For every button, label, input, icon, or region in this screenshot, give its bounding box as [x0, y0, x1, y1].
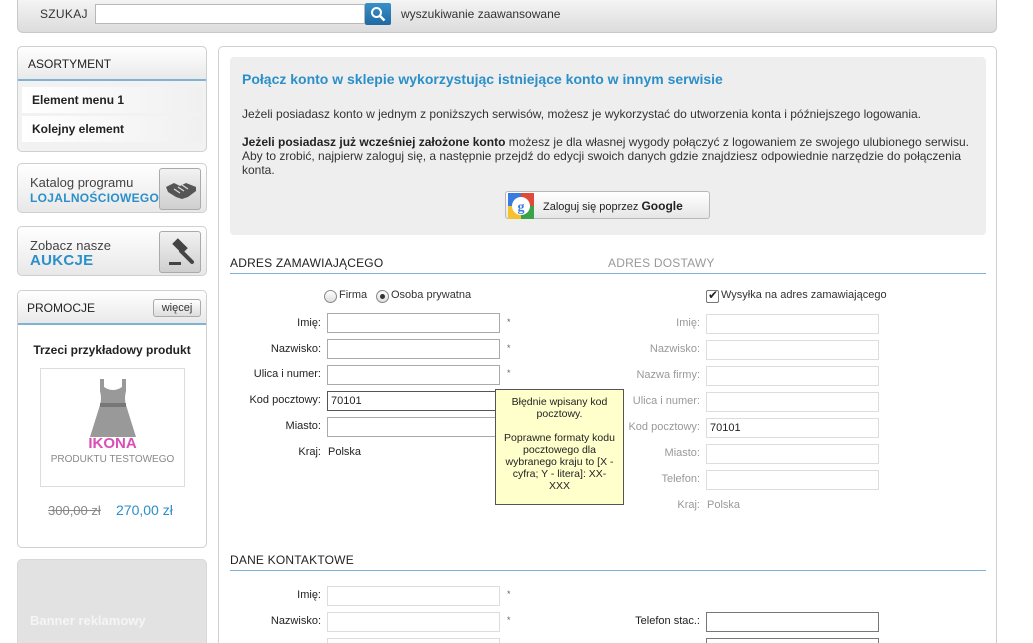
- orderer-last-name-label: Nazwisko:: [270, 343, 321, 355]
- same-address-checkbox[interactable]: [706, 288, 719, 303]
- delivery-phone-label: Telefon:: [661, 473, 700, 485]
- sidebar-item-next[interactable]: Kolejny element: [22, 116, 202, 142]
- handshake-icon: [159, 168, 201, 210]
- contact-last-name-label: Nazwisko:: [270, 615, 321, 627]
- same-address-label: Wysyłka na adres zamawiającego: [721, 289, 887, 301]
- delivery-first-name-label: Imię:: [676, 317, 700, 329]
- ad-banner[interactable]: Banner reklamowy: [17, 559, 207, 643]
- required-mark: *: [507, 615, 511, 625]
- delivery-country-label: Kraj:: [677, 499, 700, 511]
- auctions-line1: Zobacz nasze: [30, 238, 111, 253]
- contact-first-name-input[interactable]: [327, 586, 500, 606]
- assortment-title: ASORTYMENT: [18, 47, 206, 81]
- gavel-icon: [159, 231, 201, 273]
- promotions-more-button[interactable]: więcej: [153, 299, 201, 317]
- contact-landline-input[interactable]: [706, 612, 879, 632]
- delivery-address-title: ADRES DOSTAWY: [608, 256, 715, 270]
- tooltip-error: Błędnie wpisany kod pocztowy.: [511, 396, 608, 420]
- type-company-radio[interactable]: [324, 290, 337, 303]
- new-price: 270,00 zł: [116, 502, 173, 518]
- contact-last-name-input[interactable]: [327, 612, 500, 632]
- delivery-last-name-label: Nazwisko:: [649, 343, 700, 355]
- orderer-first-name-input[interactable]: [327, 313, 500, 333]
- google-login-label: Zaloguj się poprzez Google: [543, 199, 683, 213]
- ad-banner-label: Banner reklamowy: [30, 613, 146, 628]
- promotions-box: PROMOCJE więcej Trzeci przykładowy produ…: [17, 290, 207, 548]
- orderer-last-name-input[interactable]: [327, 339, 500, 359]
- delivery-postal-label: Kod pocztowy:: [628, 421, 700, 433]
- main-content: Połącz konto w sklepie wykorzystując ist…: [218, 46, 997, 643]
- delivery-postal-input[interactable]: [706, 418, 879, 438]
- loyalty-line2: LOJALNOŚCIOWEGO: [30, 191, 160, 205]
- connect-account-box: Połącz konto w sklepie wykorzystując ist…: [230, 57, 986, 235]
- connect-title: Połącz konto w sklepie wykorzystując ist…: [242, 71, 723, 87]
- product-image-title: IKONA: [88, 435, 137, 452]
- type-person-label: Osoba prywatna: [391, 289, 472, 301]
- contact-first-name-label: Imię:: [297, 589, 321, 601]
- delivery-company-input[interactable]: [706, 366, 879, 386]
- connect-instructions-bold: Jeżeli posiadasz już wcześniej założone …: [242, 135, 506, 149]
- svg-text:g: g: [518, 200, 525, 215]
- delivery-first-name-input[interactable]: [706, 314, 879, 334]
- orderer-street-input[interactable]: [327, 365, 500, 385]
- advanced-search-link[interactable]: wyszukiwanie zaawansowane: [401, 7, 560, 21]
- search-button[interactable]: [365, 3, 391, 25]
- loyalty-program-link[interactable]: Katalog programu LOJALNOŚCIOWEGO: [17, 163, 207, 213]
- delivery-phone-input[interactable]: [706, 470, 879, 490]
- orderer-first-name-label: Imię:: [297, 317, 321, 329]
- section-divider: [230, 570, 986, 571]
- assortment-box: ASORTYMENT Element menu 1 Kolejny elemen…: [17, 46, 207, 152]
- google-login-button[interactable]: g Zaloguj się poprzez Google: [505, 191, 710, 219]
- tooltip-format-hint: Poprawne formaty kodu pocztowego dla wyb…: [504, 432, 615, 492]
- required-mark: *: [507, 343, 511, 353]
- dress-icon: [90, 379, 136, 437]
- google-logo-icon: g: [508, 193, 534, 219]
- contact-extra-input[interactable]: [327, 638, 500, 643]
- auctions-link[interactable]: Zobacz nasze AUKCJE: [17, 226, 207, 276]
- connect-instructions: Jeżeli posiadasz już wcześniej założone …: [242, 135, 977, 177]
- product-image[interactable]: IKONA PRODUKTU TESTOWEGO: [40, 368, 185, 487]
- orderer-postal-label: Kod pocztowy:: [249, 394, 321, 406]
- delivery-street-label: Ulica i numer:: [632, 395, 700, 407]
- search-bar: SZUKAJ wyszukiwanie zaawansowane: [17, 0, 997, 33]
- orderer-street-label: Ulica i numer:: [253, 368, 321, 380]
- sidebar-item-menu-1[interactable]: Element menu 1: [22, 87, 202, 113]
- delivery-city-input[interactable]: [706, 444, 879, 464]
- search-icon: [371, 7, 386, 22]
- required-mark: *: [507, 317, 511, 327]
- delivery-last-name-input[interactable]: [706, 340, 879, 360]
- orderer-address-title: ADRES ZAMAWIAJĄCEGO: [230, 256, 384, 270]
- search-input[interactable]: [95, 4, 365, 24]
- orderer-city-input[interactable]: [327, 417, 500, 437]
- auctions-line2: AUKCJE: [30, 252, 94, 269]
- connect-description: Jeżeli posiadasz konto w jednym z poniżs…: [242, 107, 921, 121]
- contact-landline-label: Telefon stac.:: [635, 615, 700, 627]
- old-price: 300,00 zł: [48, 503, 101, 518]
- delivery-city-label: Miasto:: [664, 447, 700, 459]
- type-person-radio[interactable]: [376, 290, 389, 303]
- orderer-postal-input[interactable]: [327, 391, 500, 411]
- delivery-street-input[interactable]: [706, 392, 879, 412]
- contact-extra-input-right[interactable]: [706, 638, 879, 643]
- search-label: SZUKAJ: [40, 7, 88, 21]
- required-mark: *: [507, 589, 511, 599]
- orderer-city-label: Miasto:: [285, 420, 321, 432]
- product-image-subtitle: PRODUKTU TESTOWEGO: [50, 454, 175, 465]
- loyalty-line1: Katalog programu: [30, 175, 134, 190]
- product-name[interactable]: Trzeci przykładowy produkt: [18, 343, 206, 357]
- delivery-company-label: Nazwa firmy:: [636, 369, 700, 381]
- orderer-country-label: Kraj:: [298, 446, 321, 458]
- section-divider: [230, 273, 986, 274]
- required-mark: *: [507, 368, 511, 378]
- orderer-country-value: Polska: [328, 446, 362, 458]
- delivery-country-value: Polska: [707, 499, 741, 511]
- contact-data-title: DANE KONTAKTOWE: [230, 553, 354, 567]
- type-company-label: Firma: [339, 289, 368, 301]
